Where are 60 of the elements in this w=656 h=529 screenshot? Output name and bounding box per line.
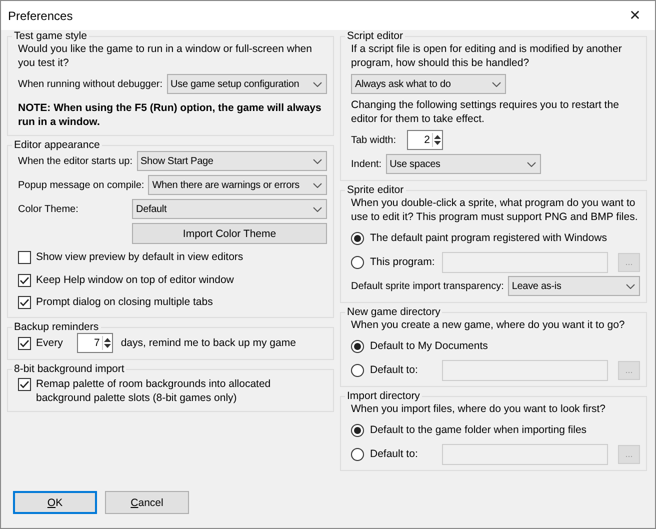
group-title: 8-bit background import bbox=[13, 363, 126, 375]
ok-button[interactable]: OK bbox=[13, 491, 97, 514]
group-title: New game directory bbox=[346, 306, 442, 318]
radio-label[interactable]: Default to My Documents bbox=[370, 339, 488, 353]
field-label: Default sprite import transparency: bbox=[351, 280, 504, 292]
checkbox-label[interactable]: Show view preview by default in view editors bbox=[36, 250, 244, 264]
field-label: days, remind me to back up my game bbox=[120, 337, 296, 349]
checkbox[interactable] bbox=[18, 378, 31, 391]
radio-button[interactable] bbox=[351, 232, 364, 244]
note-text: NOTE: When using the F5 (Run) option, the game will always run in a window. bbox=[18, 101, 322, 129]
group-title: Import directory bbox=[346, 390, 421, 402]
checkbox-label[interactable]: Prompt dialog on closing multiple tabs bbox=[36, 295, 213, 309]
cancel-button[interactable]: Cancel bbox=[105, 491, 189, 514]
group-title: Script editor bbox=[346, 30, 404, 42]
radio-label[interactable]: The default paint program registered with Windows bbox=[370, 231, 607, 245]
field-label: When the editor starts up: bbox=[18, 156, 133, 166]
chevron-icon bbox=[492, 82, 501, 86]
group-title: Sprite editor bbox=[346, 184, 405, 196]
dropdown[interactable]: Show Start Page bbox=[136, 151, 327, 171]
field-label: When running without debugger: bbox=[18, 78, 163, 90]
dropdown[interactable]: Use spaces bbox=[386, 154, 541, 174]
radio-label[interactable]: Default to the game folder when importing files bbox=[370, 423, 587, 437]
import-button[interactable]: Import Color Theme bbox=[132, 223, 327, 244]
group-title: Editor appearance bbox=[13, 139, 101, 151]
chevron-icon bbox=[313, 206, 322, 212]
checkbox-label[interactable]: Remap palette of room backgrounds into allocated background palette slots (8-bit games only) bbox=[36, 377, 327, 405]
chevron-icon bbox=[526, 162, 536, 166]
field-label: Tab width: bbox=[351, 134, 398, 146]
dropdown[interactable]: Always ask what to do bbox=[351, 74, 506, 94]
chevron-icon bbox=[313, 82, 322, 86]
description-text: When you import files, where do you want to look first? bbox=[351, 402, 606, 416]
dropdown[interactable]: Leave as-is bbox=[508, 276, 640, 296]
checkbox-label[interactable]: Keep Help window on top of editor window bbox=[36, 273, 234, 287]
description-text: Would you like the game to run in a window or full-screen when you test it? bbox=[18, 42, 313, 70]
close-button[interactable]: ✕ bbox=[615, 1, 655, 30]
checkbox-label[interactable]: Every bbox=[36, 336, 63, 350]
description-text: When you create a new game, where do you want it to go? bbox=[351, 318, 626, 332]
dropdown[interactable]: Default bbox=[132, 199, 327, 219]
field-label: Indent: bbox=[351, 158, 382, 170]
number-spinner[interactable]: 2 bbox=[407, 130, 443, 150]
description-text: When you double-click a sprite, what program do you want to use to edit it? This program must support PNG and BMP files. bbox=[351, 196, 639, 224]
field-label: Popup message on compile: bbox=[18, 180, 144, 190]
checkbox[interactable] bbox=[18, 251, 31, 264]
group-title: Test game style bbox=[13, 30, 88, 42]
checkbox[interactable] bbox=[18, 274, 31, 287]
chevron-icon bbox=[626, 284, 635, 288]
field-label: Color Theme: bbox=[18, 204, 80, 214]
checkbox[interactable] bbox=[18, 336, 31, 350]
checkbox[interactable] bbox=[18, 296, 31, 309]
description-text: If a script file is open for editing and is modified by another program, how should this be handled? bbox=[351, 42, 623, 70]
window-title: Preferences bbox=[8, 8, 73, 22]
number-spinner[interactable]: 7 bbox=[76, 333, 113, 353]
description-text: Changing the following settings requires you to restart the editor for them to take effect. bbox=[351, 98, 620, 126]
radio-button[interactable] bbox=[351, 424, 364, 436]
chevron-icon bbox=[313, 182, 322, 188]
chevron-icon bbox=[313, 158, 322, 164]
radio-button[interactable] bbox=[351, 340, 364, 352]
group-title: Backup reminders bbox=[13, 321, 100, 333]
dropdown[interactable]: Use game setup configuration bbox=[166, 74, 327, 94]
dropdown[interactable]: When there are warnings or errors bbox=[148, 175, 327, 195]
